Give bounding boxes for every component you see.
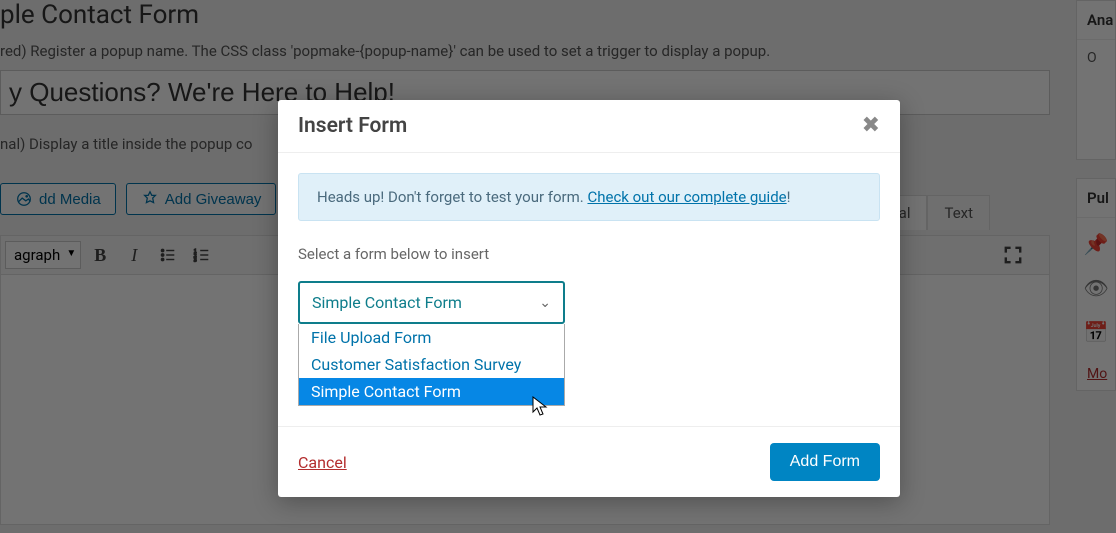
form-dropdown-list: File Upload Form Customer Satisfaction S… [298,324,565,406]
form-select-dropdown[interactable]: Simple Contact Form ⌄ [298,281,565,324]
cancel-button[interactable]: Cancel [298,453,347,472]
insert-form-modal: Insert Form ✖ Heads up! Don't forget to … [278,100,900,497]
modal-footer: Cancel Add Form [278,426,900,497]
modal-body: Heads up! Don't forget to test your form… [278,153,900,426]
alert-suffix: ! [787,188,791,206]
alert-prefix: Heads up! Don't forget to test your form… [317,188,587,206]
modal-title: Insert Form [298,114,407,138]
dropdown-option[interactable]: Customer Satisfaction Survey [299,351,564,378]
select-form-label: Select a form below to insert [298,245,880,263]
modal-header: Insert Form ✖ [278,100,900,153]
form-select-value: Simple Contact Form [312,293,462,312]
chevron-down-icon: ⌄ [539,295,551,311]
dropdown-option[interactable]: Simple Contact Form [299,378,564,405]
add-form-button[interactable]: Add Form [770,443,880,481]
alert-guide-link[interactable]: Check out our complete guide [587,188,786,206]
alert-info-box: Heads up! Don't forget to test your form… [298,173,880,221]
close-icon[interactable]: ✖ [862,115,880,137]
dropdown-option[interactable]: File Upload Form [299,324,564,351]
